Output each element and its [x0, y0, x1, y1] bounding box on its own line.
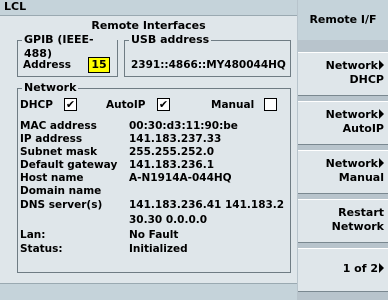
- info-value-status: Initialized: [129, 243, 188, 255]
- autoip-checkbox[interactable]: ✔: [157, 98, 170, 111]
- gpib-group: GPIB (IEEE-488) Address 15: [17, 33, 118, 77]
- remote-interfaces-panel: LCL Remote Interfaces GPIB (IEEE-488) Ad…: [0, 0, 297, 300]
- submenu-arrow-icon: [379, 158, 384, 168]
- info-label-dns: DNS server(s): [20, 199, 103, 211]
- usb-address-value: 2391::4866::MY480044HQ: [131, 59, 286, 71]
- softkey-network-dhcp[interactable]: Network DHCP: [298, 52, 388, 96]
- info-value-dns: 141.183.236.41 141.183.2: [129, 199, 285, 211]
- panel-title: Remote Interfaces: [91, 19, 206, 32]
- info-label-status: Status:: [20, 243, 63, 255]
- manual-label: Manual: [211, 99, 255, 111]
- info-label-host: Host name: [20, 172, 84, 184]
- info-value-gateway: 141.183.236.1: [129, 159, 215, 171]
- info-label-domain: Domain name: [20, 185, 102, 197]
- softkey-page-indicator: 1 of 2: [342, 262, 378, 275]
- softkey-label-line1: Network: [325, 108, 378, 121]
- info-label-mac: MAC address: [20, 120, 97, 132]
- submenu-arrow-icon: [379, 109, 384, 119]
- softkey-menu-title: Remote I/F: [298, 0, 388, 40]
- softkey-restart-network[interactable]: Restart Network: [298, 199, 388, 243]
- info-value-lan: No Fault: [129, 229, 179, 241]
- window-titlebar: LCL: [0, 0, 297, 16]
- submenu-arrow-icon: [379, 60, 384, 70]
- info-label-lan: Lan:: [20, 229, 46, 241]
- network-group: Network DHCP ✔ AutoIP ✔ Manual MAC addre…: [17, 81, 291, 273]
- info-value-ip: 141.183.237.33: [129, 133, 222, 145]
- softkey-label-line1: Restart: [338, 206, 384, 219]
- gpib-address-field[interactable]: 15: [88, 57, 110, 73]
- softkey-label-line2: Manual: [338, 171, 384, 184]
- softkey-label-line2: AutoIP: [342, 122, 384, 135]
- dhcp-checkbox[interactable]: ✔: [64, 98, 77, 111]
- softkey-network-autoip[interactable]: Network AutoIP: [298, 101, 388, 145]
- info-value-subnet: 255.255.252.0: [129, 146, 215, 158]
- softkey-label-line1: Network: [325, 157, 378, 170]
- window-title: LCL: [4, 0, 27, 13]
- usb-group: USB address 2391::4866::MY480044HQ: [124, 33, 291, 77]
- usb-group-label: USB address: [129, 33, 212, 47]
- info-label-ip: IP address: [20, 133, 83, 145]
- autoip-label: AutoIP: [106, 99, 146, 111]
- softkey-label-line1: Network: [325, 59, 378, 72]
- status-bar: [0, 283, 297, 300]
- dhcp-label: DHCP: [20, 99, 53, 111]
- gpib-address-label: Address: [23, 59, 71, 71]
- softkey-label-line2: DHCP: [349, 73, 384, 86]
- info-label-gateway: Default gateway: [20, 159, 118, 171]
- softkey-network-manual[interactable]: Network Manual: [298, 150, 388, 194]
- info-value-host: A-N1914A-044HQ: [129, 172, 232, 184]
- info-value-dns-cont: 30.30 0.0.0.0: [129, 214, 208, 226]
- info-value-mac: 00:30:d3:11:90:be: [129, 120, 238, 132]
- info-label-subnet: Subnet mask: [20, 146, 98, 158]
- network-group-label: Network: [22, 81, 79, 95]
- submenu-arrow-icon: [379, 263, 384, 273]
- softkey-page-more[interactable]: 1 of 2: [298, 248, 388, 292]
- softkey-label-line2: Network: [331, 220, 384, 233]
- softkey-panel: Remote I/F Network DHCP Network AutoIP N…: [298, 0, 388, 299]
- manual-checkbox[interactable]: [264, 98, 277, 111]
